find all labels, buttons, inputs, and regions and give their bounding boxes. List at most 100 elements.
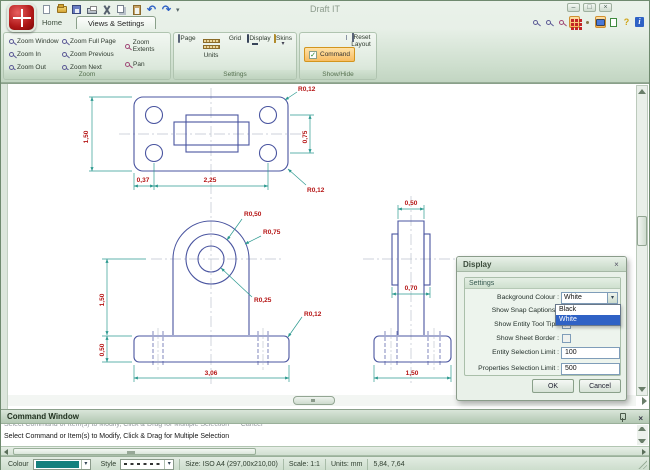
- drawing-area[interactable]: 1,50 0,75 0,37 2,25 R0,12 R0,12 1,50 0,5…: [1, 83, 649, 409]
- redo-icon[interactable]: ↷: [161, 4, 172, 15]
- colour-combo-arrow-icon[interactable]: ▾: [81, 460, 90, 469]
- colour-swatch: [36, 461, 79, 468]
- tab-home[interactable]: Home: [31, 16, 73, 29]
- dim-top-hole-spacing: 0,75: [302, 130, 309, 143]
- separator: [179, 459, 180, 470]
- application-menu-button[interactable]: [7, 3, 36, 32]
- dialog-title: Display: [457, 257, 626, 272]
- zoom-out-icon[interactable]: [556, 16, 567, 28]
- qat-options-icon[interactable]: ▾: [176, 6, 180, 14]
- save-icon[interactable]: [71, 4, 82, 15]
- properties-limit-input[interactable]: 500: [561, 363, 620, 375]
- units-button[interactable]: Units: [199, 35, 223, 72]
- command-hscrollbar[interactable]: [1, 446, 649, 456]
- style-combo[interactable]: ▾: [120, 459, 174, 470]
- sheet-icon[interactable]: [608, 16, 619, 28]
- option-black[interactable]: Black: [556, 305, 620, 315]
- style-combo-arrow-icon[interactable]: ▾: [164, 460, 173, 469]
- dialog-close-icon[interactable]: ×: [611, 260, 622, 270]
- scroll-right-icon[interactable]: [642, 397, 647, 405]
- zoom-previous-button[interactable]: Zoom Previous: [62, 49, 114, 59]
- dim-front-height: 1,50: [99, 293, 106, 306]
- command-scroll-down-icon[interactable]: [638, 439, 646, 443]
- skins-button[interactable]: Skins▾: [271, 35, 295, 72]
- canvas-vscroll[interactable]: [636, 85, 648, 396]
- command-checkbox-icon: ✓: [309, 51, 317, 59]
- command-toggle-label: Command: [320, 51, 350, 58]
- hscroll-left-icon[interactable]: [4, 449, 8, 455]
- open-icon[interactable]: [56, 4, 67, 15]
- hscroll-thumb[interactable]: [13, 448, 256, 455]
- pin-icon[interactable]: [618, 413, 627, 422]
- scroll-up-icon[interactable]: [638, 89, 646, 94]
- zoom-in-icon[interactable]: [543, 16, 554, 28]
- application-window: Draft IT ↶ ↷ ▾ – □ × Home Views & Settin…: [0, 0, 650, 470]
- help-icon[interactable]: ?: [621, 16, 632, 28]
- dim-top-radius1: R0,12: [298, 86, 316, 93]
- zoom-full-page-label: Zoom Full Page: [70, 38, 116, 45]
- reset-layout-icon: [352, 33, 354, 42]
- ribbon-tabs: Home Views & Settings: [31, 16, 156, 29]
- dim-side-flange-width: 0,70: [405, 285, 418, 292]
- settings-groupbox: Settings Background Colour : White ▾ Sho…: [464, 277, 621, 376]
- pan-button[interactable]: Pan: [125, 59, 145, 69]
- option-white[interactable]: White: [556, 315, 620, 325]
- entity-limit-input[interactable]: 100: [561, 347, 620, 359]
- cut-icon[interactable]: [101, 4, 112, 15]
- command-scrollbar[interactable]: [637, 425, 648, 445]
- separator: [367, 459, 368, 470]
- units-value: Units: mm: [331, 461, 363, 468]
- command-window: Command Window × Select Command or Item(…: [1, 409, 649, 446]
- undo-icon[interactable]: ↶: [146, 4, 157, 15]
- paste-icon[interactable]: [131, 4, 142, 15]
- dim-front-r-inner: R0,25: [254, 297, 272, 304]
- quick-access-toolbar: ↶ ↷ ▾: [41, 4, 180, 15]
- snap-dot-icon[interactable]: [582, 16, 593, 28]
- zoom-in-button[interactable]: Zoom In: [9, 49, 41, 59]
- canvas-hscroll-thumb[interactable]: [293, 396, 335, 405]
- properties-limit-label: Properties Selection Limit :: [465, 365, 559, 372]
- separator: [325, 459, 326, 470]
- sheet-border-checkbox[interactable]: [562, 334, 571, 343]
- command-toggle[interactable]: ✓ Command: [304, 47, 355, 62]
- command-window-close-icon[interactable]: ×: [638, 412, 643, 426]
- copy-icon[interactable]: [116, 4, 127, 15]
- colour-combo[interactable]: ▾: [33, 459, 91, 470]
- ribbon: Zoom Window Zoom In Zoom Out Zoom Full P…: [1, 30, 649, 83]
- print-icon[interactable]: [86, 4, 97, 15]
- command-scroll-up-icon[interactable]: [638, 427, 646, 431]
- command-prompt[interactable]: Select Command or Item(s) to Modify, Cli…: [1, 432, 649, 440]
- grid-button[interactable]: Grid: [223, 35, 247, 72]
- background-colour-combo[interactable]: White ▾: [561, 292, 618, 304]
- tab-views-settings[interactable]: Views & Settings: [76, 16, 156, 29]
- dim-top-width: 2,25: [204, 177, 217, 184]
- canvas-vscroll-thumb[interactable]: [637, 216, 647, 246]
- minimize-button[interactable]: –: [567, 3, 580, 12]
- zoom-group-label: Zoom: [4, 70, 170, 79]
- maximize-button[interactable]: □: [583, 3, 596, 12]
- zoom-full-page-button[interactable]: Zoom Full Page: [62, 36, 116, 46]
- display-toggle-icon[interactable]: [595, 16, 606, 28]
- cancel-button[interactable]: Cancel: [579, 379, 621, 393]
- display-button[interactable]: Display: [247, 35, 271, 72]
- zoom-window-icon[interactable]: [530, 16, 541, 28]
- new-icon[interactable]: [41, 4, 52, 15]
- grid-toggle-icon[interactable]: [569, 16, 580, 28]
- zoom-window-button[interactable]: Zoom Window: [9, 36, 59, 46]
- combo-arrow-icon[interactable]: ▾: [607, 293, 617, 303]
- scale-value: Scale: 1:1: [289, 461, 320, 468]
- scroll-down-icon[interactable]: [638, 387, 646, 392]
- ok-button[interactable]: OK: [532, 379, 574, 393]
- cursor-coordinates: 5,84, 7,64: [373, 461, 404, 468]
- info-icon[interactable]: i: [634, 16, 645, 28]
- page-button[interactable]: Page: [175, 35, 199, 72]
- hscroll-right-icon[interactable]: [642, 449, 646, 455]
- reset-layout-button[interactable]: Reset Layout: [348, 34, 374, 48]
- close-button[interactable]: ×: [599, 3, 612, 12]
- entity-limit-label: Entity Selection Limit :: [465, 349, 559, 356]
- display-dialog: Display × Settings Background Colour : W…: [456, 256, 627, 401]
- dim-front-r-outer: R0,75: [263, 229, 281, 236]
- resize-grip[interactable]: [637, 459, 647, 469]
- hole-centerlines: [158, 328, 434, 370]
- zoom-extents-button[interactable]: Zoom Extents: [125, 41, 170, 51]
